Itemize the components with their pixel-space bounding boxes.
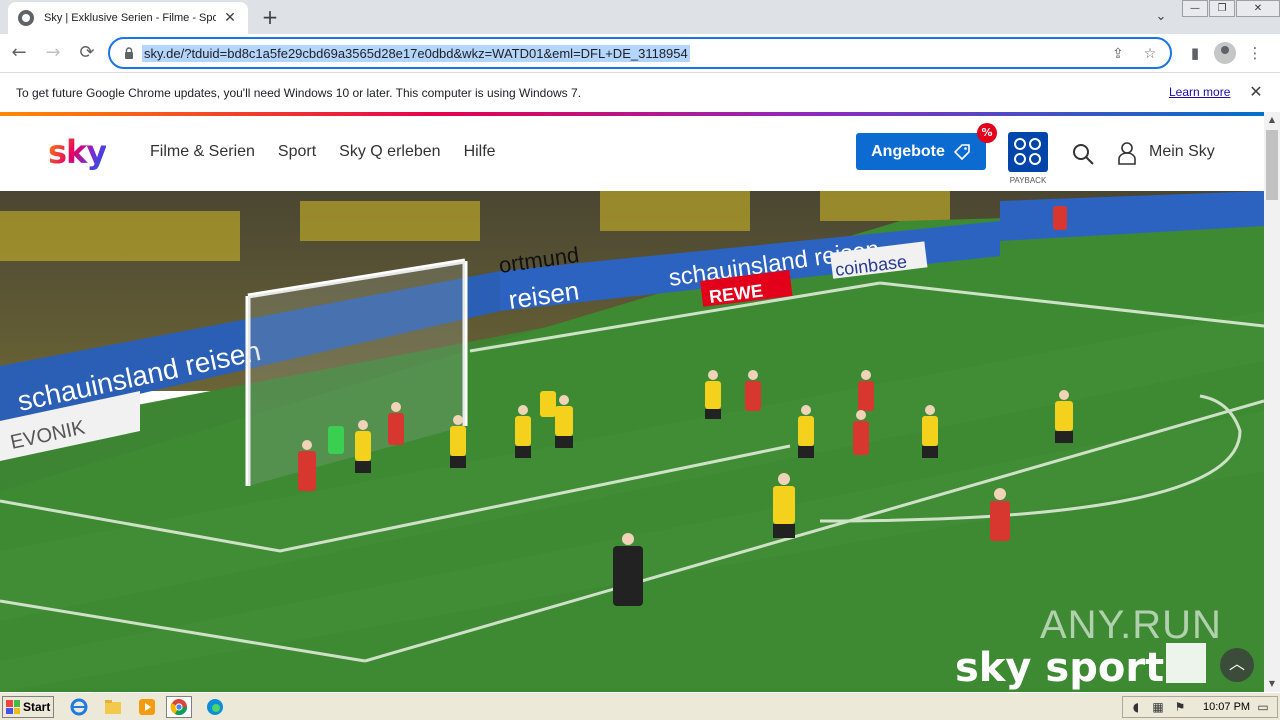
anyrun-watermark: ANY.RUN	[1040, 603, 1222, 647]
clock[interactable]: 10:07 PM	[1203, 701, 1250, 713]
nav-item-sky-q[interactable]: Sky Q erleben	[339, 143, 440, 161]
nav-item-filme-serien[interactable]: Filme & Serien	[150, 143, 255, 161]
nav-item-sport[interactable]: Sport	[278, 143, 316, 161]
reload-button[interactable]: ⟳	[72, 38, 102, 68]
payback-icon[interactable]	[1008, 132, 1048, 172]
back-button[interactable]: ←	[4, 38, 34, 68]
angebote-button[interactable]: Angebote	[856, 133, 986, 170]
lock-icon[interactable]	[122, 46, 136, 60]
infobar-message: To get future Google Chrome updates, you…	[16, 85, 582, 100]
main-nav: Filme & Serien Sport Sky Q erleben Hilfe	[150, 143, 519, 161]
sky-header: sky Filme & Serien Sport Sky Q erleben H…	[0, 116, 1264, 191]
scrollbar-thumb[interactable]	[1266, 130, 1278, 200]
file-explorer-icon[interactable]	[100, 696, 126, 718]
scroll-to-top-button[interactable]: ︿	[1220, 648, 1254, 682]
price-tag-icon	[953, 143, 970, 160]
maximize-button[interactable]: ❐	[1209, 0, 1235, 17]
globe-icon	[18, 10, 34, 26]
tab-close-button[interactable]: ✕	[222, 10, 238, 26]
edge-icon[interactable]	[202, 696, 228, 718]
url-text[interactable]: sky.de/?tduid=bd8c1a5fe29cbd69a3565d28e1…	[142, 44, 690, 62]
sky-logo[interactable]: sky	[48, 133, 107, 171]
angebote-label: Angebote	[871, 142, 945, 160]
search-icon[interactable]	[1071, 142, 1095, 166]
media-player-icon[interactable]	[134, 696, 160, 718]
show-desktop-icon[interactable]: ▭	[1254, 700, 1272, 714]
browser-tab[interactable]: Sky | Exklusive Serien - Filme - Sport ✕	[8, 2, 248, 34]
update-infobar: To get future Google Chrome updates, you…	[0, 72, 1280, 112]
side-panel-icon[interactable]: ▮	[1180, 38, 1210, 68]
start-button[interactable]: Start	[2, 696, 54, 718]
start-label: Start	[23, 700, 51, 714]
scroll-up-arrow-icon[interactable]: ▲	[1264, 112, 1280, 128]
discount-badge: %	[977, 123, 997, 143]
share-icon[interactable]: ⇪	[1106, 43, 1130, 65]
internet-explorer-icon[interactable]	[66, 696, 92, 718]
video-player[interactable]: EVONIK schauinsland reisen schauinsland …	[0, 191, 1264, 692]
browser-toolbar: ← → ⟳ sky.de/?tduid=bd8c1a5fe29cbd69a356…	[0, 34, 1280, 72]
page-scrollbar[interactable]: ▲ ▼	[1264, 112, 1280, 692]
user-icon[interactable]	[1117, 141, 1137, 165]
new-tab-button[interactable]: +	[258, 5, 282, 29]
minimize-button[interactable]: —	[1182, 0, 1208, 17]
infobar-close-button[interactable]: ✕	[1247, 82, 1265, 101]
profile-avatar-icon[interactable]	[1214, 42, 1236, 64]
chrome-menu-icon[interactable]: ⋮	[1240, 38, 1270, 68]
svg-text:sky sport: sky sport	[955, 645, 1164, 691]
windows-flag-icon	[6, 700, 20, 714]
close-window-button[interactable]: ✕	[1236, 0, 1280, 17]
network-icon[interactable]: ▦	[1149, 700, 1167, 714]
nav-item-hilfe[interactable]: Hilfe	[464, 143, 496, 161]
windows-taskbar: Start ◖ ▦ ⚑ 10:07 PM ▭	[0, 692, 1280, 720]
chrome-taskbar-icon[interactable]	[166, 696, 192, 718]
address-bar[interactable]: sky.de/?tduid=bd8c1a5fe29cbd69a3565d28e1…	[108, 37, 1172, 69]
mein-sky-link[interactable]: Mein Sky	[1149, 143, 1215, 161]
window-controls: — ❐ ✕	[1181, 0, 1280, 18]
learn-more-link[interactable]: Learn more	[1169, 85, 1230, 99]
scroll-down-arrow-icon[interactable]: ▼	[1264, 676, 1280, 692]
action-center-flag-icon[interactable]: ⚑	[1171, 700, 1189, 714]
volume-icon[interactable]: ◖	[1127, 700, 1145, 714]
tab-search-button[interactable]: ⌄	[1150, 6, 1172, 28]
tab-title: Sky | Exklusive Serien - Filme - Sport	[44, 12, 216, 24]
bookmark-star-icon[interactable]: ☆	[1138, 43, 1162, 65]
payback-label: PAYBACK	[1009, 176, 1047, 185]
tab-strip: Sky | Exklusive Serien - Filme - Sport ✕…	[0, 0, 1280, 34]
forward-button[interactable]: →	[38, 38, 68, 68]
page-viewport: sky Filme & Serien Sport Sky Q erleben H…	[0, 112, 1264, 692]
system-tray: ◖ ▦ ⚑ 10:07 PM ▭	[1122, 696, 1278, 718]
